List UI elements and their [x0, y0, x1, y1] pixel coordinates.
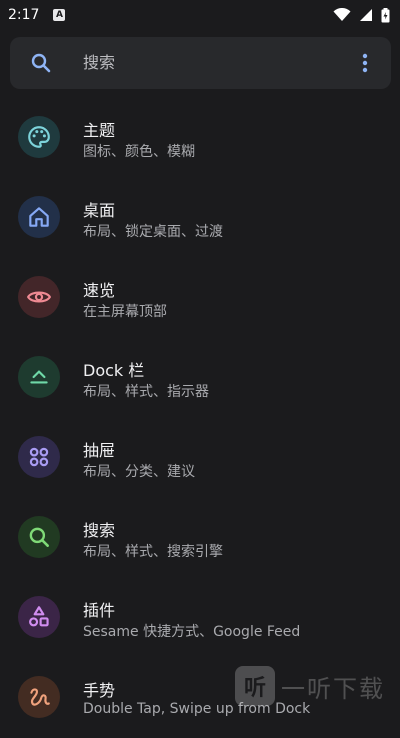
watermark-logo-icon: 听 — [235, 666, 275, 706]
theme-icon-bg — [18, 116, 60, 158]
gestures-icon-bg — [18, 676, 60, 718]
settings-item-dock[interactable]: Dock 栏 布局、样式、指示器 — [0, 338, 400, 418]
search-bar[interactable]: 搜索 — [10, 37, 391, 89]
drawer-icon-bg — [18, 436, 60, 478]
settings-list: 主题 图标、颜色、模糊 桌面 布局、锁定桌面、过渡 速览 在主屏幕顶部 Dock… — [0, 98, 400, 738]
gesture-icon — [30, 688, 50, 706]
dock-icon-bg — [18, 356, 60, 398]
item-subtitle: 布局、样式、指示器 — [83, 384, 209, 400]
search-input[interactable]: 搜索 — [83, 37, 115, 89]
signal-icon — [360, 9, 372, 21]
settings-item-overview[interactable]: 速览 在主屏幕顶部 — [0, 258, 400, 338]
status-right — [333, 7, 390, 23]
settings-item-search[interactable]: 搜索 布局、样式、搜索引擎 — [0, 498, 400, 578]
item-title: 桌面 — [83, 201, 116, 220]
desktop-icon-bg — [18, 196, 60, 238]
status-left: 2:17 A — [8, 7, 66, 23]
palette-icon — [28, 126, 50, 148]
item-subtitle: 布局、分类、建议 — [83, 464, 195, 480]
apps-grid-icon — [29, 447, 49, 467]
item-title: 手势 — [83, 681, 116, 700]
search-settings-icon-bg — [18, 516, 60, 558]
widgets-icon-bg — [18, 596, 60, 638]
search-icon — [29, 527, 49, 547]
dock-icon — [30, 370, 48, 384]
battery-icon — [381, 7, 390, 22]
item-title: 速览 — [83, 281, 116, 300]
watermark: 听 一听下载 — [235, 661, 400, 711]
status-bar: 2:17 A — [0, 0, 400, 30]
item-subtitle: Sesame 快捷方式、Google Feed — [83, 624, 301, 640]
wifi-icon — [333, 8, 351, 21]
item-subtitle: 图标、颜色、模糊 — [83, 144, 195, 160]
status-time: 2:17 — [8, 7, 40, 23]
watermark-text: 一听下载 — [281, 674, 385, 703]
item-title: 抽屉 — [83, 441, 116, 460]
item-subtitle: 在主屏幕顶部 — [83, 304, 167, 320]
item-title: 主题 — [83, 121, 116, 140]
item-title: Dock 栏 — [83, 361, 145, 380]
item-title: 搜索 — [83, 521, 116, 540]
item-title: 插件 — [83, 601, 116, 620]
more-vert-icon[interactable] — [353, 51, 377, 75]
item-subtitle: 布局、样式、搜索引擎 — [83, 544, 223, 560]
settings-item-desktop[interactable]: 桌面 布局、锁定桌面、过渡 — [0, 178, 400, 258]
settings-item-widgets[interactable]: 插件 Sesame 快捷方式、Google Feed — [0, 578, 400, 658]
settings-item-drawer[interactable]: 抽屉 布局、分类、建议 — [0, 418, 400, 498]
search-icon[interactable] — [29, 51, 53, 75]
overview-icon-bg — [18, 276, 60, 318]
home-icon — [29, 207, 49, 227]
notification-icon: A — [53, 9, 66, 21]
eye-icon — [26, 291, 52, 303]
widgets-icon — [29, 606, 49, 627]
settings-item-theme[interactable]: 主题 图标、颜色、模糊 — [0, 98, 400, 178]
item-subtitle: 布局、锁定桌面、过渡 — [83, 224, 223, 240]
